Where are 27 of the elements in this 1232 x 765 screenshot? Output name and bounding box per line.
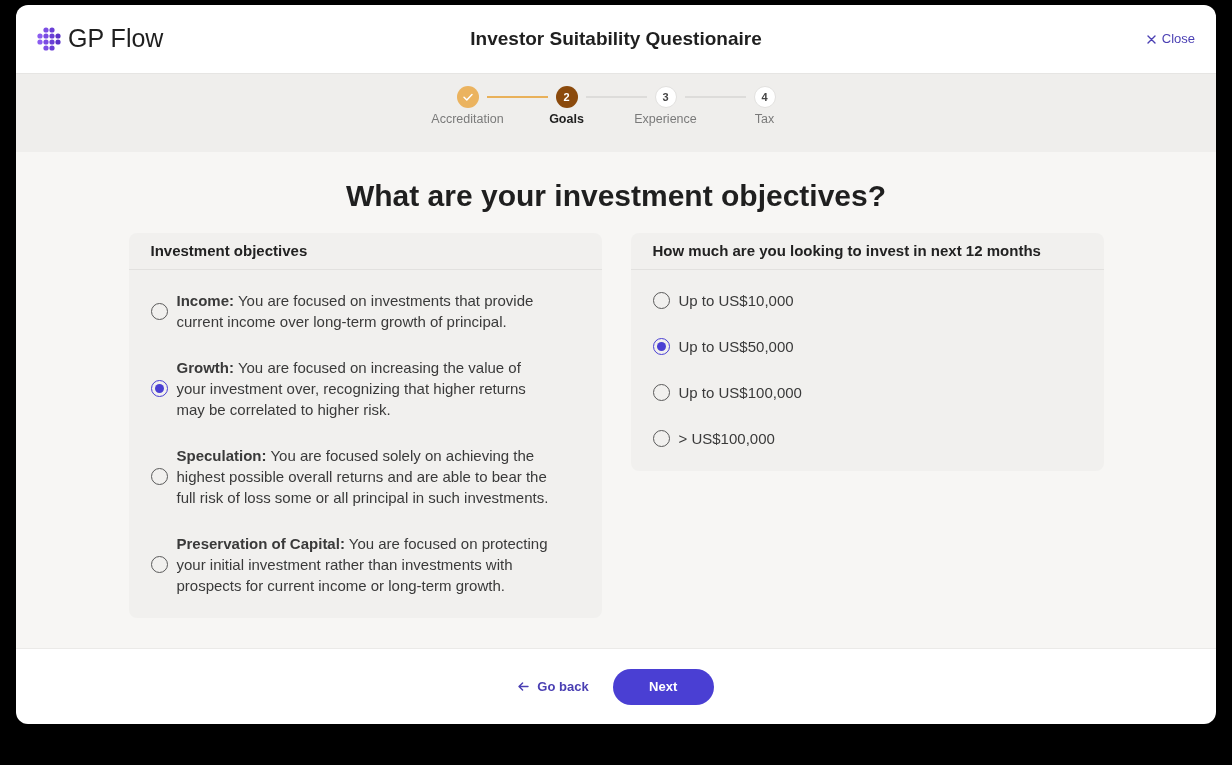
arrow-left-icon bbox=[518, 682, 530, 691]
brand-name: GP Flow bbox=[68, 23, 164, 55]
step-label[interactable]: Goals bbox=[549, 111, 584, 127]
option-label[interactable]: Preservation of Capital: You are focused on protecting your initial investment rather than investments with prospects for current income or long-term growth. bbox=[176, 533, 551, 596]
step-number: 4 bbox=[753, 86, 776, 108]
card-title: How much are you looking to invest in next 12 months bbox=[652, 240, 1041, 261]
step-label[interactable]: Tax bbox=[754, 111, 775, 127]
window-title: Investor Suitability Questionaire bbox=[470, 26, 762, 51]
step-number: 2 bbox=[555, 86, 578, 108]
option-label[interactable]: Up to US$50,000 bbox=[678, 336, 794, 357]
option-label[interactable]: Income: You are focused on investments that provide current income over long-term growth of principal. bbox=[176, 290, 551, 332]
option-label[interactable]: Growth: You are focused on increasing the value of your investment over, recognizing that higher returns may be correlated to higher risk. bbox=[176, 357, 551, 420]
question-title: What are your investment objectives? bbox=[345, 178, 887, 214]
step-connector bbox=[486, 96, 548, 98]
option-label[interactable]: Up to US$10,000 bbox=[678, 290, 794, 311]
option-label[interactable]: Speculation: You are focused solely on achieving the highest possible overall returns and are able to bear the full risk of loss some or all principal in such investments. bbox=[176, 445, 551, 508]
logo-icon bbox=[37, 27, 61, 51]
go-back-button[interactable]: Go back bbox=[518, 676, 589, 697]
step-number: 3 bbox=[654, 86, 677, 108]
step-label[interactable]: Accreditation bbox=[431, 111, 504, 127]
option-label[interactable]: Up to US$100,000 bbox=[678, 382, 802, 403]
close-button[interactable]: Close bbox=[1146, 29, 1195, 49]
next-button[interactable]: Next bbox=[612, 668, 714, 705]
close-icon bbox=[1146, 34, 1156, 44]
step-label[interactable]: Experience bbox=[634, 111, 697, 127]
option-label[interactable]: > US$100,000 bbox=[678, 428, 775, 449]
card-title: Investment objectives bbox=[150, 240, 308, 261]
